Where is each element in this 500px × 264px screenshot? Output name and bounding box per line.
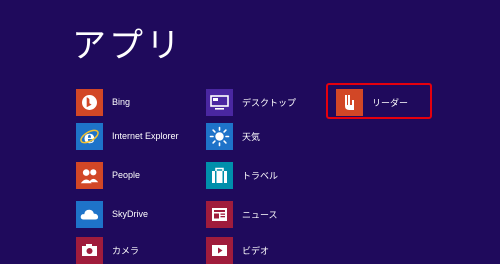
app-label: Internet Explorer — [112, 131, 179, 141]
internet-explorer-icon: e — [80, 127, 99, 147]
app-camera[interactable]: カメラ — [76, 236, 186, 264]
app-weather[interactable]: 天気 — [206, 122, 316, 150]
app-tile — [206, 161, 233, 189]
camera-icon — [82, 243, 97, 256]
app-label: Bing — [112, 97, 131, 107]
page-title: アプリ — [72, 26, 183, 66]
app-internet-explorer[interactable]: e Internet Explorer — [76, 122, 186, 150]
app-label: ニュース — [242, 209, 278, 220]
app-label: トラベル — [242, 170, 279, 181]
app-tile: e — [76, 122, 103, 150]
bing-icon — [82, 94, 97, 110]
app-tile — [76, 88, 103, 116]
app-tile — [206, 200, 233, 228]
app-travel[interactable]: トラベル — [206, 161, 316, 189]
app-tile — [206, 236, 233, 264]
app-label: ビデオ — [242, 245, 270, 256]
app-label: デスクトップ — [242, 97, 297, 108]
app-label: カメラ — [112, 245, 140, 256]
highlight-box — [326, 83, 432, 119]
app-people[interactable]: People — [76, 161, 186, 189]
people-icon — [80, 168, 99, 183]
app-skydrive[interactable]: SkyDrive — [76, 200, 186, 228]
app-tile — [76, 200, 103, 228]
app-label: 天気 — [242, 131, 261, 142]
app-tile — [76, 161, 103, 189]
app-tile — [76, 236, 103, 264]
weather-icon — [209, 126, 230, 146]
video-icon — [212, 244, 227, 256]
app-desktop[interactable]: デスクトップ — [206, 88, 316, 116]
app-label: SkyDrive — [112, 209, 149, 219]
app-label: People — [112, 170, 141, 180]
app-tile — [206, 122, 233, 150]
app-news[interactable]: ニュース — [206, 200, 316, 228]
desktop-icon — [210, 94, 229, 110]
skydrive-icon — [80, 209, 99, 219]
app-bing[interactable]: Bing — [76, 88, 186, 116]
travel-icon — [212, 167, 227, 183]
news-icon — [212, 207, 227, 221]
app-tile — [206, 88, 233, 116]
app-video[interactable]: ビデオ — [206, 236, 316, 264]
